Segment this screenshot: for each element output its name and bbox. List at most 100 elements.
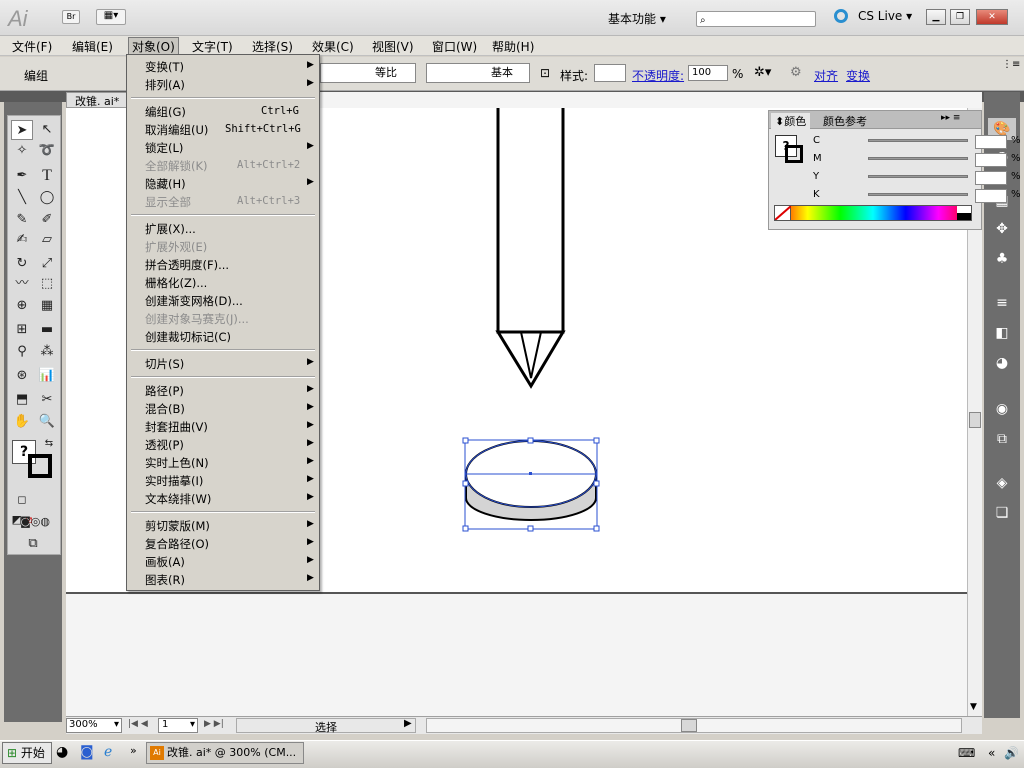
gradient-panel-icon[interactable]: ◧ <box>988 322 1016 344</box>
last-artboard-icon[interactable]: ▶ ▶| <box>204 719 224 729</box>
workspace-switcher[interactable]: 基本功能 ▾ <box>608 10 666 27</box>
mesh-tool-icon[interactable]: ⊞ <box>11 320 33 340</box>
start-button[interactable]: ⊞ 开始 <box>2 742 52 764</box>
menu-item-lock[interactable]: 锁定(L) <box>145 140 183 156</box>
search-input[interactable]: ⌕ <box>696 11 816 27</box>
panel-stroke-swatch-icon[interactable] <box>785 145 803 163</box>
blob-brush-tool-icon[interactable]: ✍ <box>11 230 33 250</box>
horizontal-scroll-thumb[interactable] <box>681 719 697 732</box>
artboard-number-input[interactable]: 1 ▾ <box>158 718 198 733</box>
gradient-tool-icon[interactable]: ▬ <box>36 320 58 340</box>
lasso-tool-icon[interactable]: ➰ <box>36 141 58 161</box>
zoom-dropdown[interactable]: 300% ▾ <box>66 718 122 733</box>
perspective-grid-tool-icon[interactable]: ▦ <box>36 296 58 316</box>
artboard-tool-icon[interactable]: ⬒ <box>11 390 33 410</box>
ellipse-tool-icon[interactable]: ◯ <box>36 188 58 208</box>
graphic-styles-icon[interactable]: ⧉ <box>988 428 1016 450</box>
screen-mode-icon[interactable]: ⧉ <box>22 534 44 554</box>
menu-item-live-paint[interactable]: 实时上色(N) <box>145 455 209 471</box>
horizontal-scrollbar[interactable] <box>426 718 962 733</box>
menu-item-envelope-distort[interactable]: 封套扭曲(V) <box>145 419 208 435</box>
menu-item-ungroup[interactable]: 取消编组(U) <box>145 122 208 138</box>
menu-item-arrange[interactable]: 排列(A) <box>145 77 185 93</box>
menu-select[interactable]: 选择(S) <box>252 38 293 55</box>
pen-tool-icon[interactable]: ✒ <box>11 166 33 186</box>
transform-link[interactable]: 变换 <box>846 67 870 84</box>
free-transform-tool-icon[interactable]: ⬚ <box>36 274 58 294</box>
color-spectrum[interactable] <box>774 205 972 221</box>
transparency-icon[interactable]: ◕ <box>988 352 1016 374</box>
menu-item-gradient-mesh[interactable]: 创建渐变网格(D)... <box>145 293 243 309</box>
menu-view[interactable]: 视图(V) <box>372 38 414 55</box>
layers-icon[interactable]: ◈ <box>988 472 1016 494</box>
selection-tool-icon[interactable]: ➤ <box>11 120 33 140</box>
menu-item-graph[interactable]: 图表(R) <box>145 572 185 588</box>
menu-type[interactable]: 文字(T) <box>192 38 233 55</box>
quicklaunch-chrome-icon[interactable]: ◕ <box>56 744 68 760</box>
menu-item-rasterize[interactable]: 栅格化(Z)... <box>145 275 207 291</box>
tray-expand-icon[interactable]: « <box>988 746 995 760</box>
black-swatch[interactable] <box>957 213 971 220</box>
drawing-mode-icon[interactable]: ◙◎◍ <box>11 512 59 532</box>
color-mode-icon[interactable]: ◻ ◩ ⧄ <box>11 490 33 526</box>
selected-cylinder[interactable] <box>462 437 600 532</box>
zoom-tool-icon[interactable]: 🔍 <box>36 412 58 432</box>
screwdriver-shaft[interactable] <box>495 102 566 389</box>
magenta-input[interactable] <box>975 153 1007 167</box>
graphic-style-icon[interactable]: ⊡ <box>540 66 550 80</box>
rotate-tool-icon[interactable]: ↻ <box>11 254 33 274</box>
menu-item-live-trace[interactable]: 实时描摹(I) <box>145 473 203 489</box>
eyedropper-tool-icon[interactable]: ⚲ <box>11 342 33 362</box>
vertical-scroll-thumb[interactable] <box>969 412 981 428</box>
blend-tool-icon[interactable]: ⁂ <box>36 342 58 362</box>
menu-item-transform[interactable]: 变换(T) <box>145 59 184 75</box>
none-color-icon[interactable] <box>774 205 792 221</box>
eraser-tool-icon[interactable]: ▱ <box>36 230 58 250</box>
appearance-icon[interactable]: ◉ <box>988 398 1016 420</box>
menu-item-text-wrap[interactable]: 文本绕排(W) <box>145 491 211 507</box>
menu-item-expand[interactable]: 扩展(X)... <box>145 221 196 237</box>
shape-builder-tool-icon[interactable]: ⊕ <box>11 296 33 316</box>
menu-help[interactable]: 帮助(H) <box>492 38 534 55</box>
menu-edit[interactable]: 编辑(E) <box>72 38 113 55</box>
menu-item-perspective[interactable]: 透视(P) <box>145 437 184 453</box>
scale-tool-icon[interactable]: ⤢ <box>36 254 58 274</box>
column-graph-tool-icon[interactable]: 📊 <box>36 366 58 386</box>
panel-menu-icon[interactable]: ▸▸ ≡ <box>941 113 960 123</box>
scroll-down-icon[interactable]: ▼ <box>970 702 977 712</box>
brushes-icon[interactable]: ✥ <box>988 218 1016 240</box>
opacity-input[interactable]: 100 <box>688 65 728 81</box>
volume-tray-icon[interactable]: 🔊 <box>1004 746 1019 760</box>
status-menu-icon[interactable]: ▶ <box>404 718 412 729</box>
first-artboard-icon[interactable]: |◀ ◀ <box>128 719 148 729</box>
menu-item-hide[interactable]: 隐藏(H) <box>145 176 186 192</box>
align-link[interactable]: 对齐 <box>814 67 838 84</box>
tab-color[interactable]: ⬍颜色 <box>771 113 811 129</box>
white-swatch[interactable] <box>957 206 971 213</box>
menu-item-path[interactable]: 路径(P) <box>145 383 184 399</box>
menu-item-clipping-mask[interactable]: 剪切蒙版(M) <box>145 518 210 534</box>
magic-wand-tool-icon[interactable]: ✧ <box>11 141 33 161</box>
menu-item-crop-marks[interactable]: 创建裁切标记(C) <box>145 329 231 345</box>
stroke-swatch-icon[interactable] <box>28 454 52 478</box>
artboards-panel-icon[interactable]: ❏ <box>988 502 1016 524</box>
select-similar-icon[interactable]: ✲▾ <box>754 65 771 80</box>
menu-item-artboards[interactable]: 画板(A) <box>145 554 185 570</box>
tab-color-guide[interactable]: 颜色参考 <box>823 113 867 129</box>
maximize-button[interactable]: ❐ <box>950 9 970 25</box>
quicklaunch-media-icon[interactable]: ◙ <box>80 744 94 760</box>
warp-tool-icon[interactable]: 〰 <box>11 274 33 294</box>
style-dropdown[interactable] <box>594 64 626 82</box>
line-tool-icon[interactable]: ╲ <box>11 188 33 208</box>
symbol-sprayer-tool-icon[interactable]: ⊛ <box>11 366 33 386</box>
bridge-button[interactable]: Br <box>62 10 80 24</box>
control-menu-icon[interactable]: ⋮≡ <box>1002 59 1020 70</box>
taskbar-illustrator-window[interactable]: Ai 改锥. ai* @ 300% (CM... <box>146 742 304 764</box>
menu-file[interactable]: 文件(F) <box>12 38 52 55</box>
direct-selection-tool-icon[interactable]: ↖ <box>36 120 58 140</box>
symbols-icon[interactable]: ♣ <box>988 248 1016 270</box>
quicklaunch-ie-icon[interactable]: ℯ <box>104 744 112 760</box>
menu-window[interactable]: 窗口(W) <box>432 38 477 55</box>
menu-item-blend[interactable]: 混合(B) <box>145 401 185 417</box>
cslive-menu[interactable]: CS Live ▾ <box>858 9 912 23</box>
